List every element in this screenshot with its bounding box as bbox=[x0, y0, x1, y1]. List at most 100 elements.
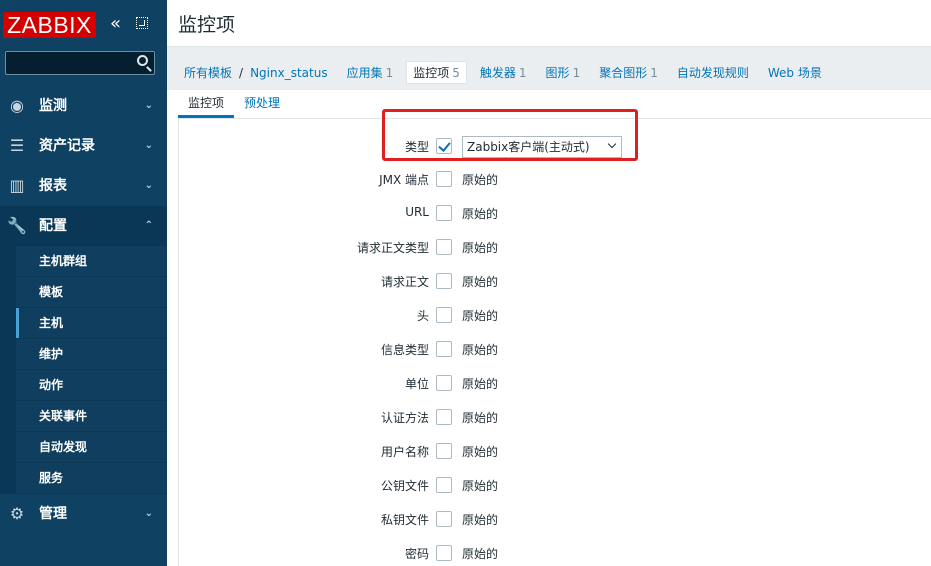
submenu-item-actions[interactable]: 动作 bbox=[16, 370, 167, 401]
gear-icon: ⚙ bbox=[9, 504, 25, 523]
list-icon: ☰ bbox=[9, 136, 25, 155]
tab-screens[interactable]: 聚合图形 1 bbox=[599, 64, 658, 81]
eye-icon: ◉ bbox=[10, 96, 24, 115]
breadcrumb-all-templates[interactable]: 所有模板 bbox=[184, 64, 232, 81]
submenu-item-services[interactable]: 服务 bbox=[16, 463, 167, 494]
search-icon[interactable] bbox=[137, 55, 148, 66]
checkbox-username[interactable] bbox=[436, 443, 452, 459]
field-original: 原始的 bbox=[462, 207, 499, 221]
collapse-sidebar-icon[interactable]: « bbox=[110, 14, 121, 34]
field-original: 原始的 bbox=[462, 513, 499, 527]
field-label: 单位 bbox=[404, 377, 429, 391]
menu-label: 监测 bbox=[39, 98, 67, 114]
chevron-down-icon bbox=[607, 139, 617, 149]
tab-items[interactable]: 监控项 5 bbox=[406, 61, 467, 84]
menu-item-configuration[interactable]: 🔧 配置 ⌃ bbox=[0, 206, 167, 246]
form-row-request-body: 请求正文 原始的 bbox=[179, 271, 679, 291]
main-menu: ◉ 监测 ⌄ ☰ 资产记录 ⌄ ▥ 报表 ⌄ 🔧 配置 ⌃ 主机群组 模板 主机… bbox=[0, 86, 167, 534]
checkbox-public-key[interactable] bbox=[436, 477, 452, 493]
tab-label[interactable]: 触发器 bbox=[480, 66, 516, 80]
chevron-down-icon: ⌄ bbox=[144, 508, 153, 519]
search-input[interactable] bbox=[5, 51, 155, 75]
sidebar: ZABBIX « ◉ 监测 ⌄ ☰ 资产记录 ⌄ ▥ 报表 ⌄ 🔧 配置 ⌃ 主… bbox=[0, 0, 167, 566]
checkbox-value-type[interactable] bbox=[436, 341, 452, 357]
form-row-jmx-endpoint: JMX 端点 原始的 bbox=[179, 169, 679, 189]
tab-applications[interactable]: 应用集 1 bbox=[347, 64, 394, 81]
type-select-value: Zabbix客户端(主动式) bbox=[467, 140, 590, 154]
field-label: 请求正文 bbox=[380, 275, 429, 289]
field-label: 头 bbox=[416, 309, 429, 323]
tab-label[interactable]: 自动发现规则 bbox=[677, 66, 749, 80]
field-label: 私钥文件 bbox=[380, 513, 429, 527]
wrench-icon: 🔧 bbox=[7, 216, 27, 235]
checkbox-units[interactable] bbox=[436, 375, 452, 391]
submenu-item-hosts[interactable]: 主机 bbox=[16, 308, 167, 339]
tab-item[interactable]: 监控项 bbox=[178, 90, 235, 118]
tab-web-scenarios[interactable]: Web 场景 bbox=[768, 64, 822, 81]
field-original: 原始的 bbox=[462, 479, 499, 493]
form-row-units: 单位 原始的 bbox=[179, 373, 679, 393]
tab-label[interactable]: 聚合图形 bbox=[599, 66, 647, 80]
field-original: 原始的 bbox=[462, 411, 499, 425]
tab-triggers[interactable]: 触发器 1 bbox=[480, 64, 527, 81]
tab-count: 5 bbox=[452, 66, 460, 80]
form-row-type: 类型 Zabbix客户端(主动式) bbox=[179, 136, 679, 158]
menu-item-administration[interactable]: ⚙ 管理 ⌄ bbox=[0, 494, 167, 534]
checkbox-password[interactable] bbox=[436, 545, 452, 561]
submenu-item-event-correlation[interactable]: 关联事件 bbox=[16, 401, 167, 432]
checkbox-type[interactable] bbox=[436, 138, 452, 154]
logo-row: ZABBIX « bbox=[0, 0, 167, 46]
field-label: URL bbox=[405, 205, 429, 219]
checkbox-request-body-type[interactable] bbox=[436, 239, 452, 255]
checkbox-jmx-endpoint[interactable] bbox=[436, 171, 452, 187]
submenu-item-maintenance[interactable]: 维护 bbox=[16, 339, 167, 370]
field-label: 信息类型 bbox=[380, 343, 429, 357]
breadcrumb-separator: / bbox=[239, 65, 244, 80]
breadcrumb-template-name[interactable]: Nginx_status bbox=[250, 66, 328, 80]
checkbox-private-key[interactable] bbox=[436, 511, 452, 527]
tab-count: 1 bbox=[572, 66, 581, 80]
zabbix-logo[interactable]: ZABBIX bbox=[3, 12, 96, 38]
form-row-auth-method: 认证方法 原始的 bbox=[179, 407, 679, 427]
tab-label[interactable]: 监控项 bbox=[413, 66, 449, 80]
field-label: 请求正文类型 bbox=[356, 241, 429, 255]
tab-label[interactable]: 应用集 bbox=[347, 66, 383, 80]
tab-discovery-rules[interactable]: 自动发现规则 bbox=[677, 64, 749, 81]
tab-label[interactable]: Web 场景 bbox=[768, 66, 822, 80]
tab-preprocessing[interactable]: 预处理 bbox=[234, 90, 290, 118]
menu-item-reports[interactable]: ▥ 报表 ⌄ bbox=[0, 166, 167, 206]
breadcrumb: 所有模板 / Nginx_status 应用集 1 监控项 5 触发器 1 图形 1 聚… bbox=[184, 61, 822, 84]
form-row-private-key: 私钥文件 原始的 bbox=[179, 509, 679, 529]
submenu-item-templates[interactable]: 模板 bbox=[16, 277, 167, 308]
field-original: 原始的 bbox=[462, 309, 499, 323]
tab-graphs[interactable]: 图形 1 bbox=[546, 64, 581, 81]
submenu-item-host-groups[interactable]: 主机群组 bbox=[16, 246, 167, 277]
field-label: 公钥文件 bbox=[380, 479, 429, 493]
menu-item-monitoring[interactable]: ◉ 监测 ⌄ bbox=[0, 86, 167, 126]
bar-chart-icon: ▥ bbox=[9, 176, 25, 195]
form-row-password: 密码 原始的 bbox=[179, 543, 679, 563]
tab-count: 1 bbox=[650, 66, 658, 80]
breadcrumb-bar: 所有模板 / Nginx_status 应用集 1 监控项 5 触发器 1 图形 1 聚… bbox=[167, 46, 931, 90]
menu-label: 资产记录 bbox=[39, 138, 95, 154]
form-row-url: URL 原始的 bbox=[179, 203, 679, 223]
form-row-username: 用户名称 原始的 bbox=[179, 441, 679, 461]
main-content: 监控项 所有模板 / Nginx_status 应用集 1 监控项 5 触发器 1 图… bbox=[167, 0, 931, 566]
field-original: 原始的 bbox=[462, 377, 499, 391]
field-label: 类型 bbox=[404, 140, 429, 154]
menu-item-inventory[interactable]: ☰ 资产记录 ⌄ bbox=[0, 126, 167, 166]
tab-label[interactable]: 图形 bbox=[546, 66, 570, 80]
field-original: 原始的 bbox=[462, 275, 499, 289]
chevron-up-icon: ⌃ bbox=[144, 220, 153, 231]
submenu-item-discovery[interactable]: 自动发现 bbox=[16, 432, 167, 463]
checkbox-request-body[interactable] bbox=[436, 273, 452, 289]
checkbox-auth-method[interactable] bbox=[436, 409, 452, 425]
checkbox-headers[interactable] bbox=[436, 307, 452, 323]
chevron-down-icon: ⌄ bbox=[144, 180, 153, 191]
field-original: 原始的 bbox=[462, 173, 499, 187]
form-tabs: 监控项 预处理 bbox=[178, 90, 290, 118]
checkbox-url[interactable] bbox=[436, 205, 452, 221]
type-select[interactable]: Zabbix客户端(主动式) bbox=[462, 136, 622, 158]
kiosk-mode-icon[interactable] bbox=[136, 17, 148, 29]
form-row-headers: 头 原始的 bbox=[179, 305, 679, 325]
